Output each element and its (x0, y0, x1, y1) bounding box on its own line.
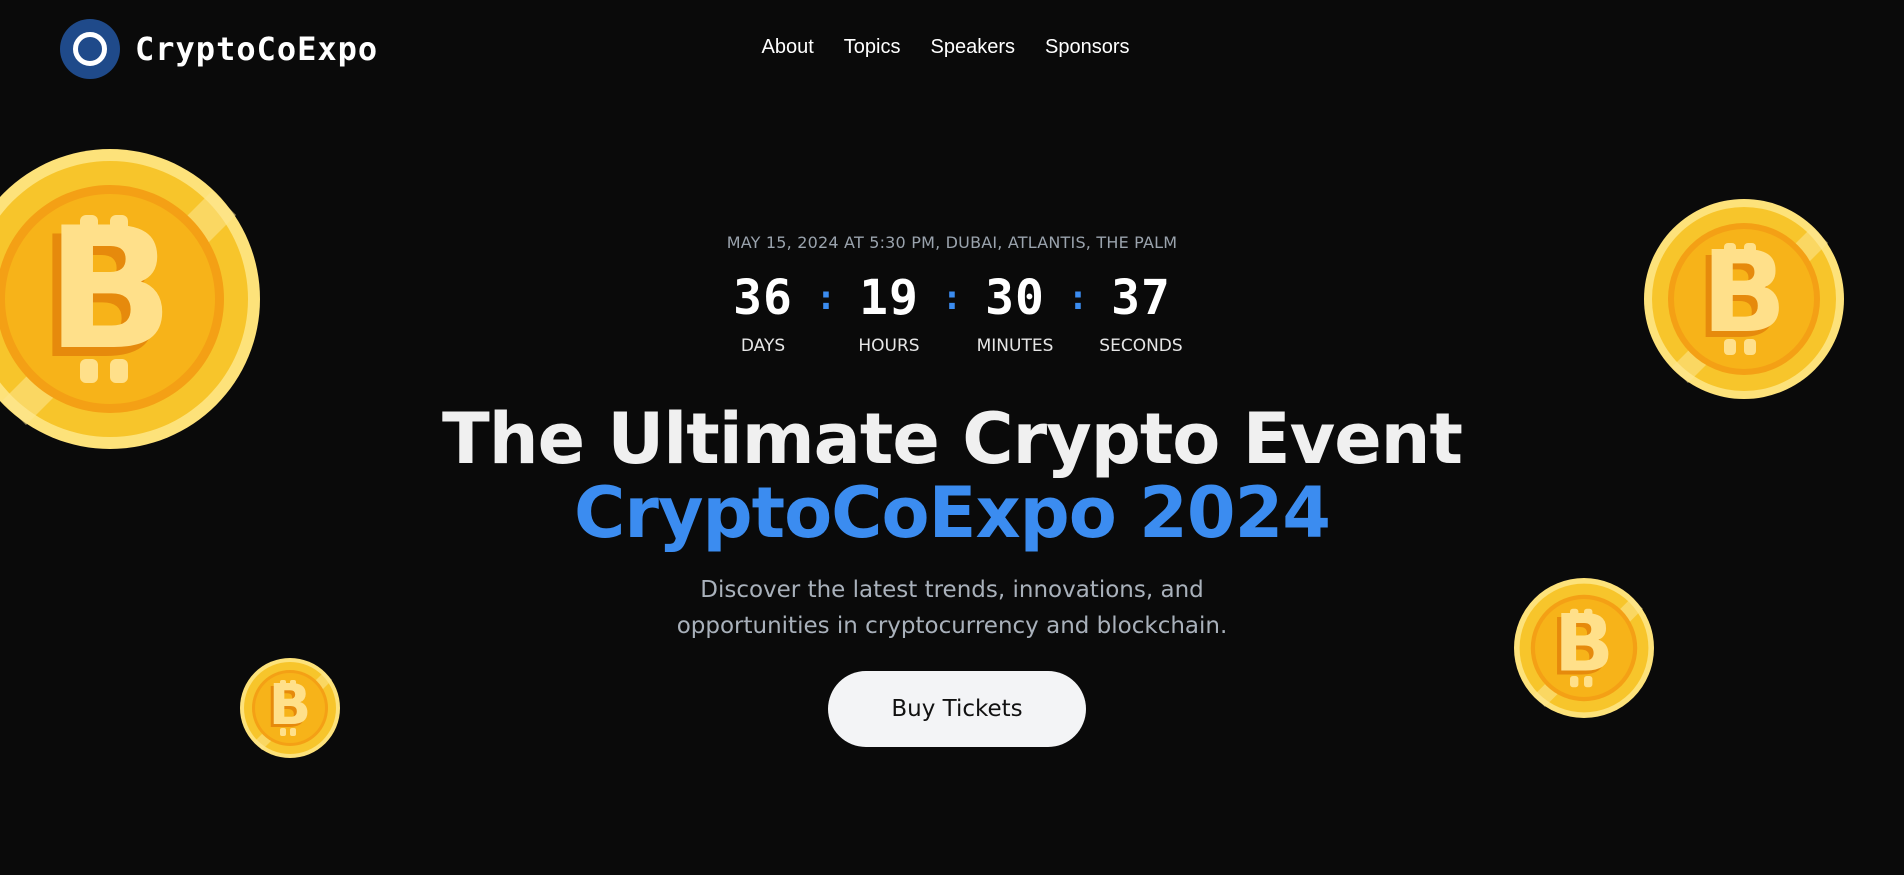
countdown-seconds: 37 SECONDS (1092, 270, 1190, 356)
hero-description: Discover the latest trends, innovations,… (676, 577, 1228, 639)
countdown-separator: : (1067, 278, 1089, 318)
landing-page: CryptoCoExpo About Topics Speakers Spons… (0, 0, 1904, 875)
bitcoin-coin-icon: B B (1514, 578, 1654, 718)
countdown-days-value: 36 (733, 270, 793, 326)
countdown-minutes-value: 30 (985, 270, 1045, 326)
countdown-seconds-label: SECONDS (1099, 336, 1183, 356)
countdown-seconds-value: 37 (1111, 270, 1171, 326)
countdown-hours-value: 19 (859, 270, 919, 326)
countdown-separator: : (941, 278, 963, 318)
countdown-days: 36 DAYS (714, 270, 812, 356)
event-date-location: MAY 15, 2024 AT 5:30 PM, DUBAI, ATLANTIS… (726, 233, 1178, 252)
countdown-minutes: 30 MINUTES (966, 270, 1064, 356)
nav-speakers[interactable]: Speakers (930, 36, 1015, 59)
nav-topics[interactable]: Topics (844, 36, 901, 59)
main-nav: About Topics Speakers Sponsors (0, 36, 1904, 59)
countdown-minutes-label: MINUTES (976, 336, 1054, 356)
nav-sponsors[interactable]: Sponsors (1045, 36, 1130, 59)
hero-event-name: CryptoCoExpo 2024 (573, 472, 1331, 554)
countdown-hours: 19 HOURS (840, 270, 938, 356)
countdown-hours-label: HOURS (858, 336, 920, 356)
countdown-timer: 36 DAYS : 19 HOURS : 30 MINUTES : 37 SEC… (0, 270, 1904, 356)
buy-tickets-button[interactable]: Buy Tickets (828, 671, 1086, 747)
countdown-separator: : (815, 278, 837, 318)
nav-about[interactable]: About (762, 36, 814, 59)
hero-headline: The Ultimate Crypto Event (442, 398, 1463, 480)
countdown-days-label: DAYS (740, 336, 786, 356)
bitcoin-coin-icon: B B (240, 658, 340, 758)
